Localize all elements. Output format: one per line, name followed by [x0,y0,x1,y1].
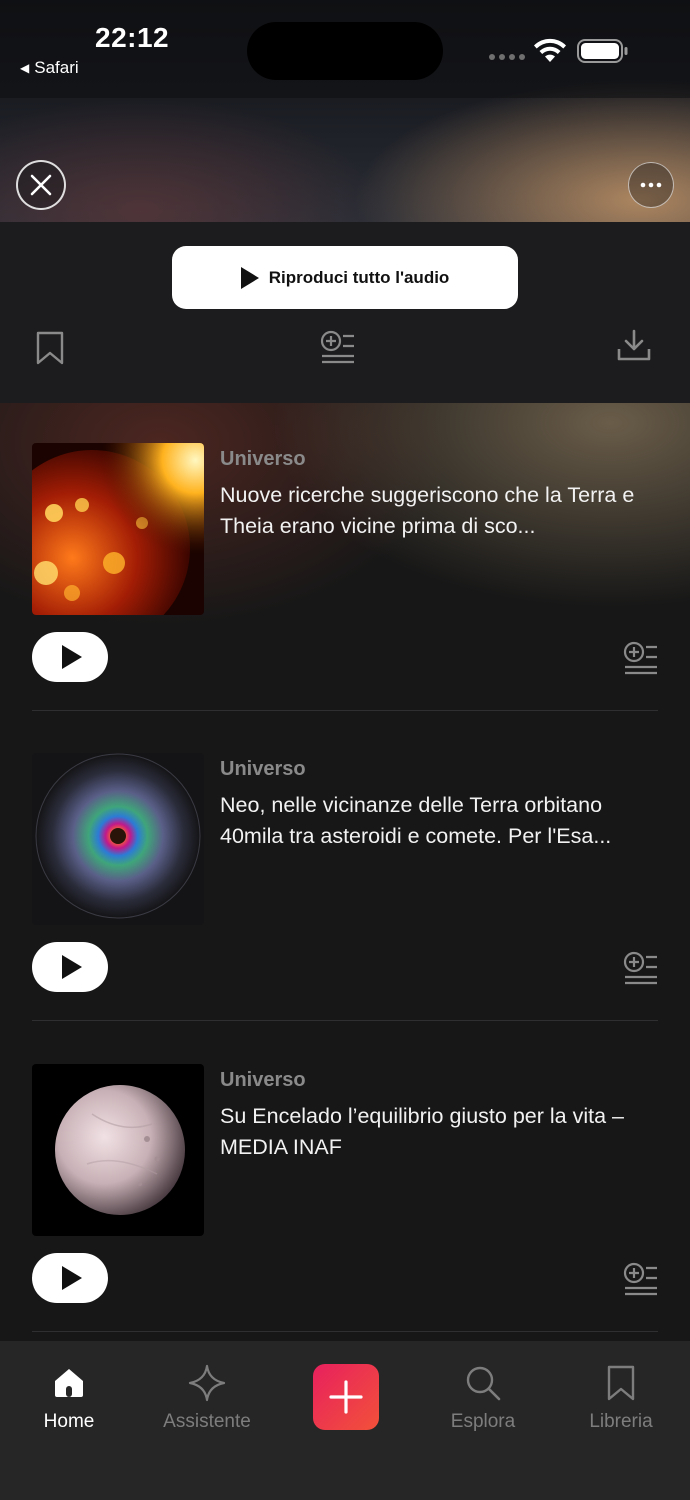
battery-icon [577,39,628,63]
status-time: 22:12 [95,22,170,53]
search-icon [466,1366,501,1401]
article-thumbnail [32,1064,204,1236]
list-item[interactable]: Universo Nuove ricerche suggeriscono che… [0,403,690,713]
article-list: Universo Nuove ricerche suggeriscono che… [0,403,690,1343]
play-all-label: Riproduci tutto l'audio [268,267,450,287]
back-to-safari[interactable]: ◀ Safari [20,58,79,78]
dynamic-island [247,22,443,80]
article-play-button[interactable] [32,632,108,682]
close-icon [30,174,52,196]
article-category: Universo [220,758,306,780]
add-to-queue-icon[interactable] [623,641,659,675]
divider [32,710,658,711]
add-to-queue-icon[interactable] [320,330,356,364]
playlist-actions: Riproduci tutto l'audio [0,222,690,403]
article-title[interactable]: Su Encelado l’equilibrio giusto per la v… [220,1101,660,1163]
article-category: Universo [220,448,306,470]
play-icon [62,955,82,979]
bookmark-icon [607,1365,635,1401]
close-button[interactable] [16,160,66,210]
more-options-button[interactable] [628,162,674,208]
tab-explore[interactable]: Esplora [423,1363,543,1443]
wifi-icon [534,38,566,62]
play-icon [62,645,82,669]
back-triangle-icon: ◀ [20,61,30,75]
article-title[interactable]: Nuove ricerche suggeriscono che la Terra… [220,480,660,542]
list-item[interactable]: Universo Neo, nelle vicinanze delle Terr… [0,713,690,1023]
tab-assistant-label: Assistente [163,1411,251,1432]
tab-explore-label: Esplora [450,1411,516,1432]
tab-home[interactable]: Home [9,1363,129,1443]
more-icon [640,182,662,188]
tab-library[interactable]: Libreria [561,1363,681,1443]
tab-assistant[interactable]: Assistente [147,1363,267,1443]
divider [32,1331,658,1332]
plus-icon [329,1380,363,1414]
status-bar: 22:12 ◀ Safari [0,0,690,98]
sparkle-icon [188,1364,226,1402]
article-play-button[interactable] [32,1253,108,1303]
play-icon [240,266,259,289]
home-icon [55,1369,83,1397]
divider [32,1020,658,1021]
cellular-signal-icon [489,54,525,60]
add-to-queue-icon[interactable] [623,1262,659,1296]
bookmark-icon[interactable] [35,330,65,366]
tab-bar: Home Assistente Esplora Libreria [0,1341,690,1500]
add-button[interactable] [313,1364,379,1430]
article-play-button[interactable] [32,942,108,992]
article-thumbnail [32,443,204,615]
play-all-audio-button[interactable]: Riproduci tutto l'audio [172,246,518,309]
list-item[interactable]: Universo Su Encelado l’equilibrio giusto… [0,1024,690,1334]
article-category: Universo [220,1069,306,1091]
download-icon[interactable] [617,328,651,362]
tab-home-label: Home [43,1411,95,1432]
tab-library-label: Libreria [589,1411,653,1432]
back-label: Safari [34,58,79,77]
add-to-queue-icon[interactable] [623,951,659,985]
play-icon [62,1266,82,1290]
article-thumbnail [32,753,204,925]
top-header: 22:12 ◀ Safari [0,0,690,222]
article-title[interactable]: Neo, nelle vicinanze delle Terra orbitan… [220,790,660,852]
